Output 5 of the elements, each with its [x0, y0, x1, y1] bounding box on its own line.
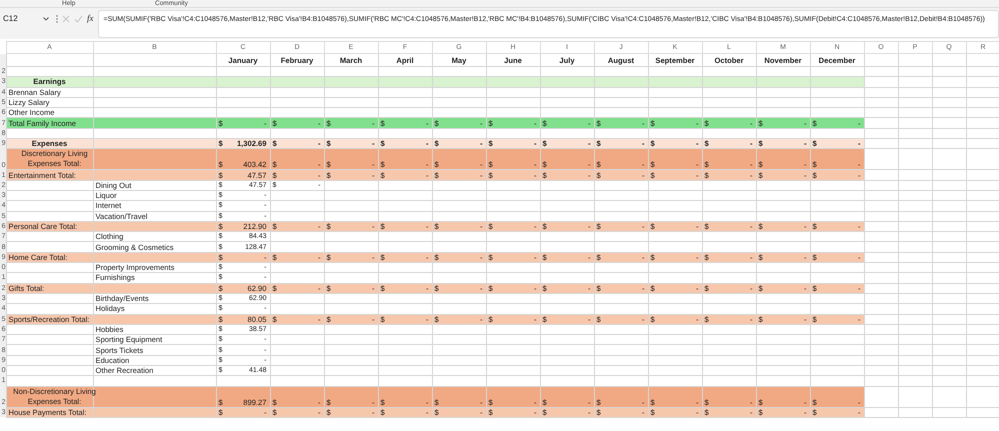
- caret-icon[interactable]: [43, 16, 49, 20]
- check-icon[interactable]: [74, 14, 83, 22]
- cancel-icon[interactable]: [62, 14, 70, 22]
- insert-function-button[interactable]: fx: [87, 12, 94, 26]
- name-box[interactable]: C12: [3, 12, 18, 24]
